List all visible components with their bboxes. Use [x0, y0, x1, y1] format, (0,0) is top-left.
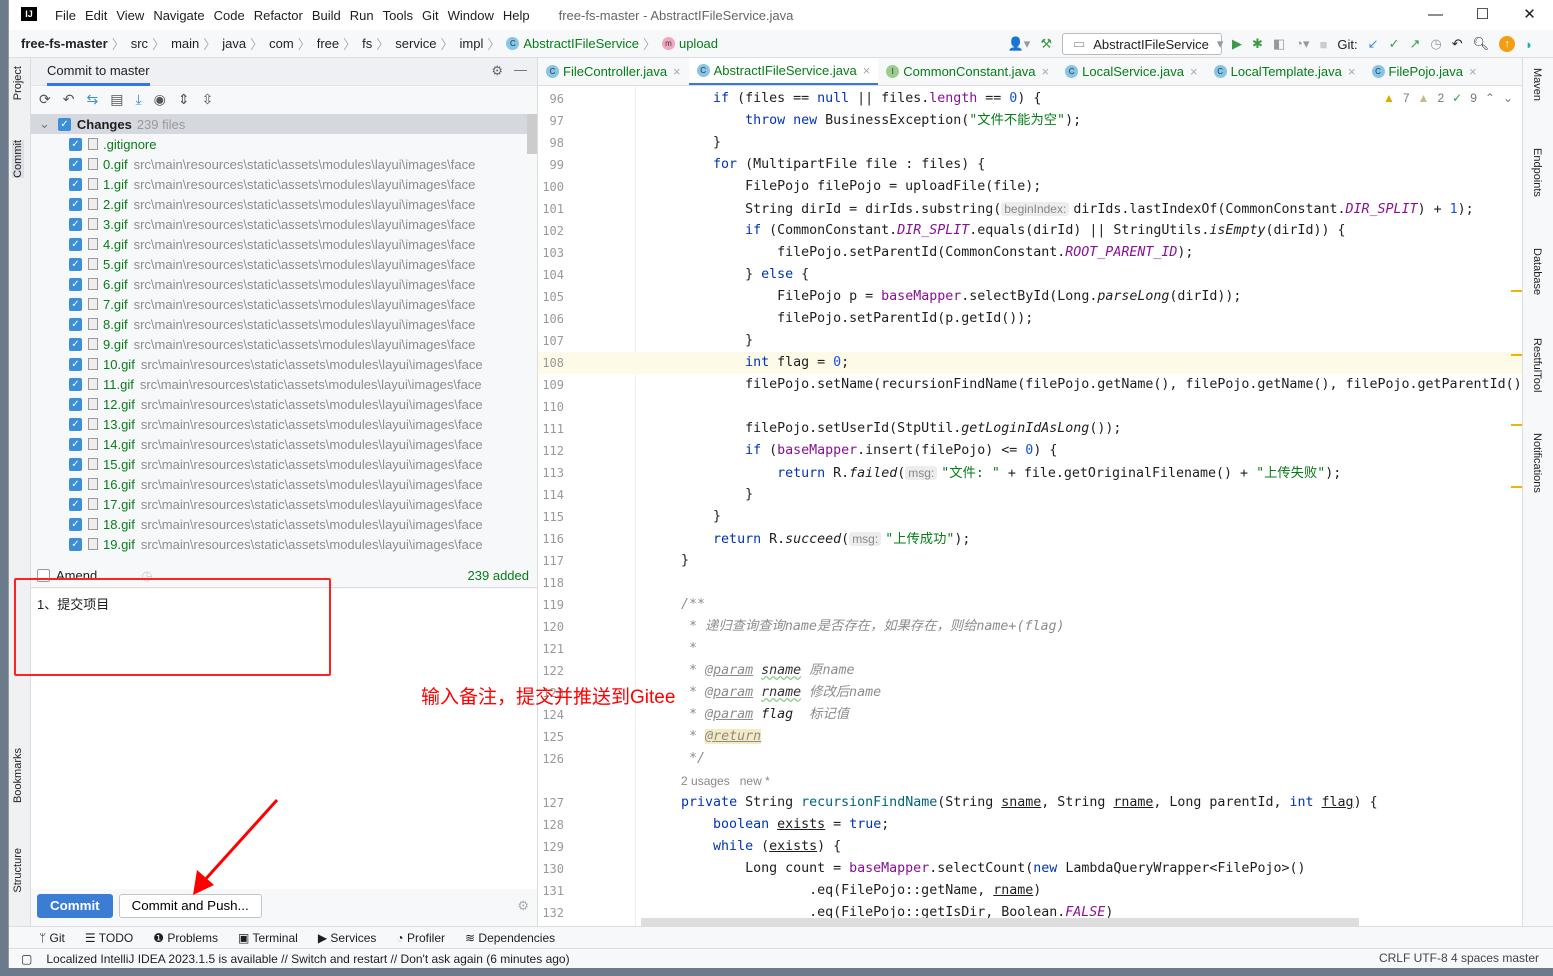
annotation-arrow [193, 798, 279, 895]
